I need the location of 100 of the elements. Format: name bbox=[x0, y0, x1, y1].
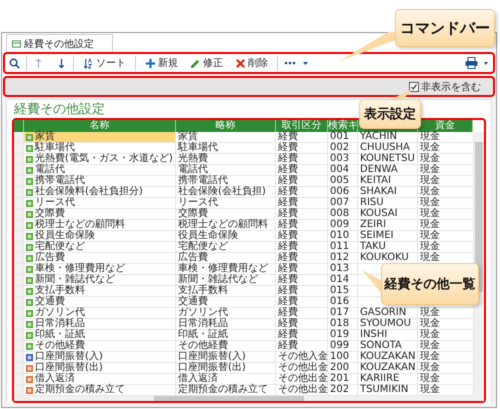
table-cell: 経費 bbox=[276, 275, 328, 285]
table-cell: 008 bbox=[328, 209, 358, 219]
table-cell: その他出金 bbox=[276, 385, 328, 395]
table-cell[interactable]: 家賃 bbox=[24, 132, 176, 142]
table-cell[interactable]: 借入返済 bbox=[24, 374, 176, 384]
table-cell: その他経費 bbox=[176, 341, 276, 351]
table-cell[interactable]: 印紙・証紙 bbox=[24, 330, 176, 340]
table-cell: 交通費 bbox=[176, 297, 276, 307]
table-cell: 202 bbox=[328, 385, 358, 395]
sort-button[interactable]: ソート bbox=[80, 56, 129, 70]
table-cell[interactable]: 口座間振替(出) bbox=[24, 363, 176, 373]
table-cell: 新聞・雑誌代など bbox=[176, 275, 276, 285]
table-cell[interactable]: 社会保険料(会社負担分) bbox=[24, 187, 176, 197]
table-cell: 交際費 bbox=[176, 209, 276, 219]
delete-button[interactable]: 削除 bbox=[232, 56, 271, 70]
table-cell[interactable]: 交通費 bbox=[24, 297, 176, 307]
table-cell: 005 bbox=[328, 176, 358, 186]
table-cell[interactable]: 支払手数料 bbox=[24, 286, 176, 296]
column-header[interactable]: 検索キ bbox=[328, 120, 358, 132]
table-cell: 経費 bbox=[276, 198, 328, 208]
close-icon bbox=[235, 58, 246, 68]
edit-button[interactable]: 修正 bbox=[187, 56, 226, 70]
table-cell: 015 bbox=[328, 286, 358, 296]
tab[interactable]: 経費その他設定 bbox=[6, 34, 113, 52]
table-cell: 宅配便など bbox=[176, 242, 276, 252]
table-cell: 役員生命保険 bbox=[176, 231, 276, 241]
table-cell: 経費 bbox=[276, 297, 328, 307]
table-cell: KOUSAI bbox=[358, 209, 418, 219]
table-cell: 012 bbox=[328, 253, 358, 263]
up-arrow-icon[interactable] bbox=[33, 58, 44, 68]
horizontal-scrollbar[interactable] bbox=[14, 396, 484, 401]
vertical-scrollbar[interactable] bbox=[474, 132, 484, 396]
table-cell: CHUUSHA bbox=[358, 143, 418, 153]
table-cell: KOUZAKAN bbox=[358, 363, 418, 373]
table-cell: 014 bbox=[328, 275, 358, 285]
table-cell[interactable]: 交際費 bbox=[24, 209, 176, 219]
table-cell: 経費 bbox=[276, 264, 328, 274]
table-cell: 013 bbox=[328, 264, 358, 274]
printer-icon[interactable] bbox=[465, 57, 489, 69]
table-cell[interactable]: ガソリン代 bbox=[24, 308, 176, 318]
table-cell: 018 bbox=[328, 319, 358, 329]
table-cell: ZEIRI bbox=[358, 220, 418, 230]
table-cell: SONOTA bbox=[358, 341, 418, 351]
callout-label: 表示設定 bbox=[359, 99, 421, 129]
table-cell: RISU bbox=[358, 198, 418, 208]
ledger-icon bbox=[12, 40, 21, 48]
table-cell: 経費 bbox=[276, 209, 328, 219]
table-cell[interactable]: 携帯電話代 bbox=[24, 176, 176, 186]
page-title: 経費その他設定 bbox=[13, 102, 105, 118]
table-cell: 借入返済 bbox=[176, 374, 276, 384]
callout-label: コマンドバー bbox=[395, 9, 495, 47]
table-cell: YACHIN bbox=[358, 132, 418, 142]
table-cell: 009 bbox=[328, 220, 358, 230]
column-header[interactable]: 取引区分 bbox=[276, 120, 328, 132]
table-cell: 光熱費 bbox=[176, 154, 276, 164]
hidden-items-checkbox[interactable]: 非表示を含む bbox=[409, 80, 481, 94]
table-cell: 口座間振替(出) bbox=[176, 363, 276, 373]
sort-icon bbox=[83, 58, 94, 68]
table-cell: 004 bbox=[328, 165, 358, 175]
table-cell: 携帯電話代 bbox=[176, 176, 276, 186]
table-cell[interactable]: 税理士などの顧問料 bbox=[24, 220, 176, 230]
table-cell: 経費 bbox=[276, 286, 328, 296]
table-cell: 経費 bbox=[276, 231, 328, 241]
table-cell: KOUZAKAN bbox=[358, 352, 418, 362]
new-button[interactable]: 新規 bbox=[142, 56, 181, 70]
table-cell: DENWA bbox=[358, 165, 418, 175]
table-cell: 駐車場代 bbox=[176, 143, 276, 153]
more-menu-icon[interactable] bbox=[284, 59, 310, 67]
table-cell: 社会保険(会社負担) bbox=[176, 187, 276, 197]
table-cell: INSHI bbox=[358, 330, 418, 340]
down-arrow-icon[interactable] bbox=[56, 58, 67, 68]
search-icon[interactable] bbox=[9, 58, 20, 68]
table-cell[interactable]: 日常消耗品 bbox=[24, 319, 176, 329]
table-cell[interactable]: 役員生命保険 bbox=[24, 231, 176, 241]
table-cell[interactable]: 宅配便など bbox=[24, 242, 176, 252]
table-cell[interactable]: 広告費 bbox=[24, 253, 176, 263]
plus-icon bbox=[145, 58, 156, 68]
table-cell[interactable]: 車検・修理費用など bbox=[24, 264, 176, 274]
table-cell: 007 bbox=[328, 198, 358, 208]
pencil-icon bbox=[190, 58, 201, 68]
table-cell[interactable]: 光熱費(電気・ガス・水道など) bbox=[24, 154, 176, 164]
table-cell: 001 bbox=[328, 132, 358, 142]
table-cell[interactable]: 定期預金の積み立て bbox=[24, 385, 176, 395]
table-cell: 経費 bbox=[276, 176, 328, 186]
table-cell[interactable]: 新聞・雑誌代など bbox=[24, 275, 176, 285]
callout-label: 経費その他一覧 bbox=[381, 263, 479, 305]
table-cell[interactable]: 駐車場代 bbox=[24, 143, 176, 153]
table-cell[interactable]: 口座間振替(入) bbox=[24, 352, 176, 362]
column-header[interactable]: 略称 bbox=[176, 120, 276, 132]
table-cell[interactable]: 電話代 bbox=[24, 165, 176, 175]
table-cell: 経費 bbox=[276, 165, 328, 175]
table-cell: 200 bbox=[328, 363, 358, 373]
table-cell: SYOUMOU bbox=[358, 319, 418, 329]
table-cell: 201 bbox=[328, 374, 358, 384]
table-cell[interactable]: リース代 bbox=[24, 198, 176, 208]
table-cell: 003 bbox=[328, 154, 358, 164]
table-cell: 011 bbox=[328, 242, 358, 252]
table-cell: その他入金 bbox=[276, 352, 328, 362]
table-cell: 経費 bbox=[276, 341, 328, 351]
table-cell[interactable]: その他経費 bbox=[24, 341, 176, 351]
